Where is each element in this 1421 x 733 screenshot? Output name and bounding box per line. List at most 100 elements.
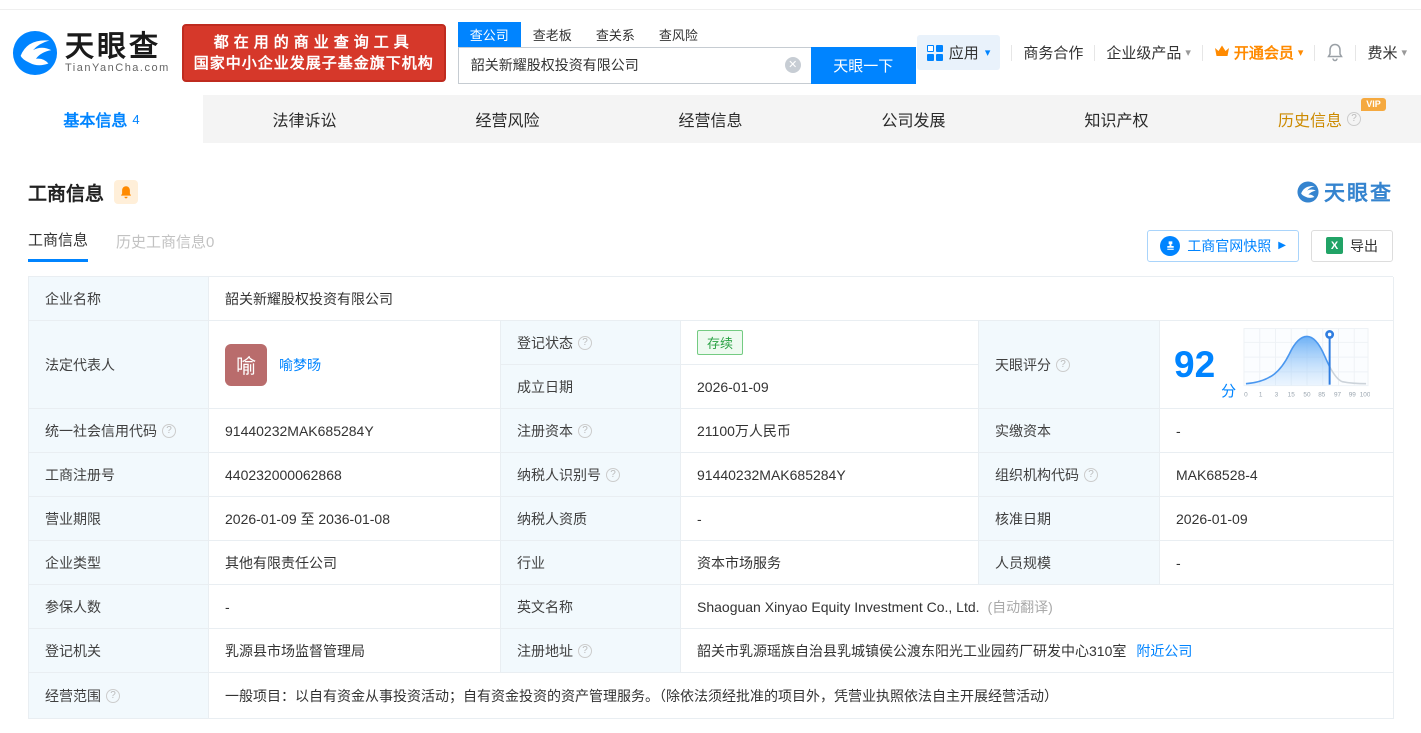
score-distribution-chart[interactable]: 0 1 3 15 50 85 97 99 100	[1242, 326, 1371, 403]
help-icon[interactable]: ?	[578, 423, 592, 438]
search-input[interactable]	[458, 47, 811, 83]
menu-divider	[1094, 44, 1096, 61]
help-icon[interactable]: ?	[1347, 112, 1361, 126]
approval-date-value: 2026-01-09	[1160, 497, 1394, 541]
svg-text:1: 1	[1259, 391, 1263, 398]
help-icon[interactable]: ?	[1056, 357, 1070, 372]
svg-text:99: 99	[1349, 391, 1357, 398]
official-snapshot-button[interactable]: 工商官网快照 ▶	[1147, 229, 1299, 262]
legal-rep-link[interactable]: 喻梦旸	[279, 355, 321, 375]
user-name-label: 费米	[1367, 45, 1398, 62]
tab-development-label: 公司发展	[881, 113, 946, 130]
tab-history-label: 历史信息	[1277, 113, 1342, 130]
company-name-value: 韶关新耀股权投资有限公司	[209, 277, 1394, 321]
stamp-icon	[1160, 235, 1181, 256]
search-tab-boss[interactable]: 查老板	[521, 22, 584, 47]
credit-code-label: 统一社会信用代码?	[29, 409, 209, 453]
search-tab-risk[interactable]: 查风险	[647, 22, 710, 47]
business-info-table: 企业名称 韶关新耀股权投资有限公司 法定代表人 喻 喻梦旸 登记状态 ? 存续 …	[28, 276, 1394, 719]
business-term-value: 2026-01-09 至 2036-01-08	[209, 497, 501, 541]
business-scope-label: 经营范围?	[29, 673, 209, 719]
legal-rep-label: 法定代表人	[29, 321, 209, 409]
svg-text:0: 0	[1244, 391, 1248, 398]
tab-history-info[interactable]: VIP 历史信息 ?	[1218, 95, 1421, 143]
menu-user-account[interactable]: 费米 ▾	[1367, 42, 1407, 63]
notification-bell-icon[interactable]	[1326, 43, 1344, 62]
subtab-row: 工商信息 历史工商信息0 工商官网快照 ▶ X 导出	[0, 207, 1421, 262]
menu-open-vip[interactable]: 开通会员 ▾	[1214, 42, 1303, 63]
reg-status-value: 存续	[681, 321, 979, 365]
menu-divider	[1201, 44, 1203, 61]
help-icon[interactable]: ?	[578, 335, 592, 350]
svg-text:100: 100	[1360, 391, 1370, 398]
credit-code-value: 91440232MAK685284Y	[209, 409, 501, 453]
tab-legal-proceedings[interactable]: 法律诉讼	[203, 95, 406, 143]
tab-ip-label: 知识产权	[1084, 113, 1149, 130]
search-area: 查公司 查老板 查关系 查风险 ✕ 天眼一下	[457, 21, 916, 84]
registration-number-value: 440232000062868	[209, 453, 501, 497]
slogan-line1: 都在用的商业查询工具	[213, 33, 414, 51]
nearby-companies-link[interactable]: 附近公司	[1136, 641, 1192, 661]
help-icon[interactable]: ?	[162, 423, 176, 438]
taxpayer-id-label: 纳税人识别号?	[501, 453, 681, 497]
bell-icon	[120, 185, 132, 198]
tianyancha-watermark: 天眼查	[1297, 177, 1393, 207]
menu-divider	[1011, 44, 1013, 61]
svg-text:85: 85	[1318, 391, 1326, 398]
export-button[interactable]: X 导出	[1311, 229, 1393, 262]
tianyancha-logo[interactable]: 天眼查 TianYanCha.com	[12, 30, 170, 76]
tab-intellectual-property[interactable]: 知识产权	[1015, 95, 1218, 143]
export-button-label: 导出	[1350, 237, 1378, 254]
chevron-down-icon: ▾	[1401, 47, 1407, 59]
staff-size-value: -	[1160, 541, 1394, 585]
search-tab-company[interactable]: 查公司	[457, 21, 521, 47]
tab-basic-info[interactable]: 基本信息 4	[0, 95, 203, 143]
reg-status-label: 登记状态 ?	[501, 321, 681, 365]
english-name-label: 英文名称	[501, 585, 681, 629]
establish-date-value: 2026-01-09	[681, 365, 979, 409]
clear-search-icon[interactable]: ✕	[784, 57, 801, 73]
score-value: 92 分 0 1 3 15 50 85 97 99 100	[1160, 321, 1394, 409]
taxpayer-qualification-value: -	[681, 497, 979, 541]
help-icon[interactable]: ?	[606, 467, 620, 482]
menu-enterprise-products[interactable]: 企业级产品 ▾	[1106, 42, 1191, 63]
paid-capital-value: -	[1160, 409, 1394, 453]
site-header: 天眼查 TianYanCha.com 都在用的商业查询工具 国家中小企业发展子基…	[0, 10, 1421, 95]
registered-capital-label: 注册资本?	[501, 409, 681, 453]
menu-divider	[1314, 44, 1316, 61]
page-top-divider	[0, 0, 1421, 10]
subtab-business-info[interactable]: 工商信息	[28, 229, 89, 262]
slogan-line2: 国家中小企业发展子基金旗下机构	[193, 54, 434, 72]
legal-rep-avatar[interactable]: 喻	[225, 343, 267, 386]
section-title: 工商信息	[28, 183, 105, 205]
menu-business-cooperation[interactable]: 商务合作	[1023, 42, 1083, 63]
taxpayer-qualification-label: 纳税人资质	[501, 497, 681, 541]
score-label: 天眼评分 ?	[979, 321, 1160, 409]
registration-number-label: 工商注册号	[29, 453, 209, 497]
help-icon[interactable]: ?	[578, 643, 592, 658]
staff-size-label: 人员规模	[979, 541, 1160, 585]
menu-divider	[1355, 44, 1357, 61]
tab-basic-info-count: 4	[132, 111, 140, 127]
company-type-value: 其他有限责任公司	[209, 541, 501, 585]
tab-company-development[interactable]: 公司发展	[812, 95, 1015, 143]
help-icon[interactable]: ?	[1084, 467, 1098, 482]
menu-vip-label: 开通会员	[1233, 45, 1294, 62]
apps-menu-button[interactable]: 应用 ▾	[916, 35, 1001, 70]
help-icon[interactable]: ?	[106, 688, 120, 703]
company-nav-tabs: 基本信息 4 法律诉讼 经营风险 经营信息 公司发展 知识产权 VIP 历史信息…	[0, 95, 1421, 143]
crown-icon	[1214, 44, 1230, 62]
section-header: 工商信息 天眼查	[0, 143, 1421, 207]
subtab-history-business-info[interactable]: 历史工商信息0	[116, 231, 214, 261]
tab-operating-risk[interactable]: 经营风险	[406, 95, 609, 143]
watermark-logo-icon	[1297, 181, 1319, 203]
svg-text:97: 97	[1334, 391, 1342, 398]
tab-legal-label: 法律诉讼	[272, 113, 337, 130]
score-number: 92	[1174, 344, 1216, 385]
monitor-bell-button[interactable]	[114, 180, 139, 204]
slogan-banner: 都在用的商业查询工具 国家中小企业发展子基金旗下机构	[181, 23, 446, 82]
tab-operating-info[interactable]: 经营信息	[609, 95, 812, 143]
paid-capital-label: 实缴资本	[979, 409, 1160, 453]
search-button[interactable]: 天眼一下	[810, 46, 916, 84]
search-tab-relation[interactable]: 查关系	[584, 22, 647, 47]
